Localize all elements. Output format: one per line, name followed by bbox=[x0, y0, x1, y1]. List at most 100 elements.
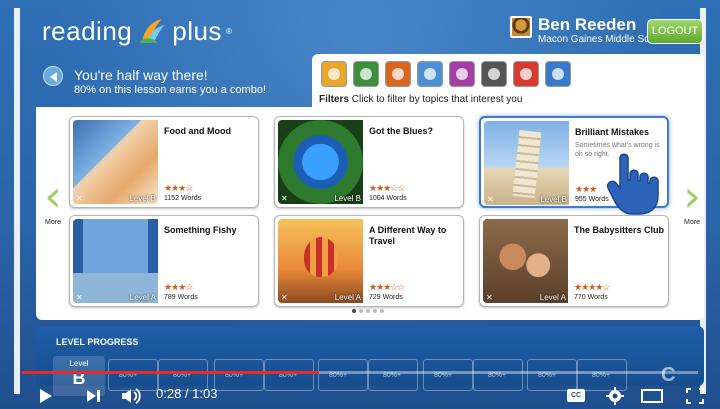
page-dot[interactable] bbox=[380, 309, 384, 313]
word-count: 770 Words bbox=[574, 294, 608, 301]
theater-mode-icon[interactable] bbox=[641, 389, 663, 403]
logout-button[interactable]: LOGOUT bbox=[647, 19, 703, 44]
progress-cell: 80%+ bbox=[214, 359, 264, 391]
carousel-pagination bbox=[352, 309, 384, 313]
globe-icon[interactable] bbox=[353, 61, 379, 87]
story-card[interactable]: ✕ Level A A Different Way to Travel ★★★☆… bbox=[274, 215, 464, 307]
story-card[interactable]: ✕ Level B Food and Mood ★★★☆ 1152 Words bbox=[69, 116, 259, 208]
level-progress-label: LEVEL PROGRESS bbox=[56, 337, 139, 347]
page-dot[interactable] bbox=[352, 309, 356, 313]
rating-stars: ★★★☆☆ bbox=[369, 183, 405, 193]
satellite-icon[interactable] bbox=[545, 61, 571, 87]
filters-label: Filters Click to filter by topics that i… bbox=[319, 94, 522, 105]
filter-icon-row bbox=[321, 61, 571, 87]
filters-label-rest: Click to filter by topics that interest … bbox=[351, 94, 523, 105]
trademark: ® bbox=[225, 26, 233, 36]
settings-gear-icon[interactable] bbox=[606, 387, 624, 405]
video-scrubber[interactable] bbox=[22, 371, 698, 374]
tools-icon[interactable] bbox=[481, 61, 507, 87]
word-count: 1004 Words bbox=[369, 195, 407, 202]
people-icon-glyph bbox=[328, 68, 340, 80]
next-more-label: More bbox=[684, 219, 700, 226]
progress-cell: 80%+ bbox=[423, 359, 473, 391]
story-thumbnail: ✕ Level B bbox=[73, 120, 158, 204]
brand-logo: reading plus ® bbox=[42, 15, 232, 47]
word-count: 955 Words bbox=[575, 196, 609, 203]
progress-cell: 80%+ bbox=[527, 359, 577, 391]
rating-stars: ★★★☆ bbox=[164, 183, 193, 193]
filters-panel: Filters Click to filter by topics that i… bbox=[312, 54, 704, 110]
rating-stars: ★★★★☆ bbox=[574, 282, 610, 292]
story-thumbnail: ✕ Level B bbox=[484, 121, 569, 205]
story-card[interactable]: ✕ Level A The Babysitters Club ★★★★☆ 770… bbox=[479, 215, 669, 307]
tools-icon: ✕ bbox=[486, 293, 493, 302]
level-progress-panel: LEVEL PROGRESS Level B 80%+ 80%+ 80%+ 80%+ 8… bbox=[36, 326, 704, 396]
magnifier-icon-glyph bbox=[424, 68, 436, 80]
progress-cell: 80%+ bbox=[473, 359, 523, 391]
briefcase-icon[interactable] bbox=[449, 61, 475, 87]
volume-icon[interactable] bbox=[121, 388, 143, 404]
hand-pointer-icon bbox=[606, 153, 659, 215]
story-thumbnail: ✕ Level B bbox=[278, 120, 363, 204]
story-title: Got the Blues? bbox=[369, 126, 434, 136]
prev-more-button[interactable]: ‹ More bbox=[38, 171, 68, 227]
banner-subtitle: 80% on this lesson earns you a combo! bbox=[74, 84, 267, 96]
story-thumbnail: ✕ Level A bbox=[483, 219, 568, 303]
filters-label-bold: Filters bbox=[319, 94, 350, 105]
story-title: Brilliant Mistakes bbox=[575, 127, 650, 137]
story-title: A Different Way to Travel bbox=[369, 225, 447, 246]
tools-icon-glyph bbox=[488, 68, 500, 80]
progress-cell: 80%+ bbox=[368, 359, 418, 391]
level-tag: Level A bbox=[129, 293, 156, 302]
story-title: Something Fishy bbox=[164, 225, 237, 235]
scrubber-played bbox=[22, 371, 320, 374]
app-window: reading plus ® Ben Reeden Macon Gaines M… bbox=[0, 0, 720, 409]
gear-icon-glyph bbox=[520, 68, 532, 80]
next-icon[interactable] bbox=[86, 389, 102, 403]
story-card[interactable]: ✕ Level A Something Fishy ★★★☆ 789 Words bbox=[69, 215, 259, 307]
level-tag: Level A bbox=[334, 293, 361, 302]
satellite-icon-glyph bbox=[552, 68, 564, 80]
play-icon[interactable] bbox=[38, 388, 54, 404]
story-title: The Babysitters Club bbox=[574, 225, 665, 235]
flame-icon-glyph bbox=[392, 68, 404, 80]
captions-button[interactable]: CC bbox=[567, 389, 585, 402]
reading-plus-logo-icon bbox=[140, 19, 165, 43]
next-level-value: C bbox=[661, 364, 676, 386]
page-dot[interactable] bbox=[366, 309, 370, 313]
story-thumbnail: ✕ Level A bbox=[73, 219, 158, 303]
flame-icon[interactable] bbox=[385, 61, 411, 87]
tools-icon: ✕ bbox=[281, 194, 288, 203]
page-dot[interactable] bbox=[373, 309, 377, 313]
rating-stars: ★★★☆☆ bbox=[369, 282, 405, 292]
next-more-button[interactable]: › More bbox=[677, 171, 707, 227]
chevron-left-icon: ‹ bbox=[44, 171, 62, 222]
story-thumbnail: ✕ Level A bbox=[278, 219, 363, 303]
progress-cell: 80%+ bbox=[318, 359, 368, 391]
story-card[interactable]: ✕ Level B Got the Blues? ★★★☆☆ 1004 Word… bbox=[274, 116, 464, 208]
user-info: Ben Reeden Macon Gaines Middle School bbox=[510, 16, 668, 45]
page-dot[interactable] bbox=[359, 309, 363, 313]
chevron-right-icon: › bbox=[683, 171, 701, 222]
speaker-icon[interactable] bbox=[43, 66, 63, 86]
progress-cell: 80%+ bbox=[264, 359, 314, 391]
level-tag: Level B bbox=[540, 195, 567, 204]
prev-more-label: More bbox=[45, 219, 61, 226]
level-tag: Level B bbox=[129, 194, 156, 203]
globe-icon-glyph bbox=[360, 68, 372, 80]
gear-icon[interactable] bbox=[513, 61, 539, 87]
tools-icon: ✕ bbox=[281, 293, 288, 302]
tools-icon: ✕ bbox=[487, 195, 494, 204]
fullscreen-icon[interactable] bbox=[686, 388, 704, 404]
magnifier-icon[interactable] bbox=[417, 61, 443, 87]
encouragement-banner: You're half way there! 80% on this lesso… bbox=[36, 56, 316, 106]
briefcase-icon-glyph bbox=[456, 68, 468, 80]
level-tag: Level A bbox=[539, 293, 566, 302]
rating-stars: ★★★☆ bbox=[164, 282, 193, 292]
level-tag: Level B bbox=[334, 194, 361, 203]
word-count: 1152 Words bbox=[164, 195, 202, 202]
video-time: 0:28 / 1:03 bbox=[156, 386, 218, 401]
tools-icon: ✕ bbox=[76, 194, 83, 203]
word-count: 729 Words bbox=[369, 294, 403, 301]
people-icon[interactable] bbox=[321, 61, 347, 87]
